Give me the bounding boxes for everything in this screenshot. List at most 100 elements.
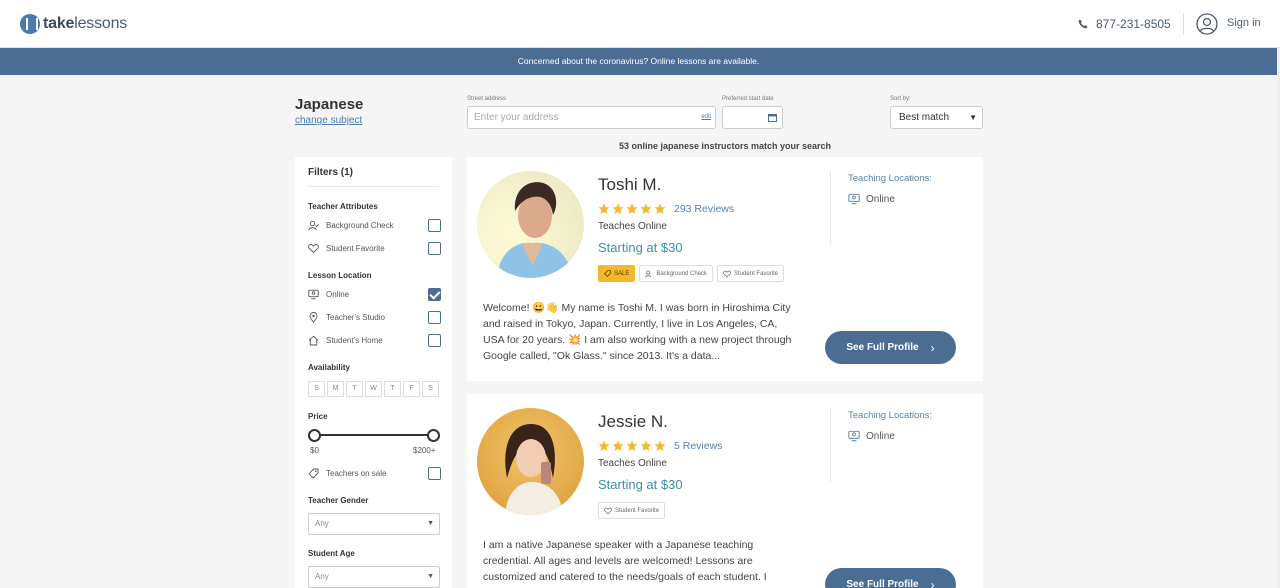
star-icon <box>654 203 666 214</box>
student-age-select[interactable]: Any ▼ <box>308 566 440 588</box>
sale-badge: SALE <box>598 265 636 282</box>
start-date-input[interactable] <box>722 106 783 129</box>
student-favorite-badge: Student Favorite <box>598 502 666 519</box>
sort-by-value: Best match <box>899 112 950 123</box>
day-toggle[interactable]: S <box>308 381 325 397</box>
start-date-label: Preferred start date <box>722 96 774 102</box>
online-monitor-icon <box>308 289 319 300</box>
logo-mark-icon <box>20 14 40 34</box>
star-icon <box>626 203 638 214</box>
star-rating: 293 Reviews <box>598 203 734 215</box>
checkbox[interactable] <box>428 219 441 232</box>
price-heading: Price <box>308 412 328 421</box>
heart-icon <box>604 507 612 514</box>
locations-divider <box>830 409 831 482</box>
star-icon <box>598 203 610 214</box>
teaches-text: Teaches Online <box>598 221 667 232</box>
filter-label: Student Favorite <box>326 244 385 253</box>
day-toggle[interactable]: F <box>403 381 420 397</box>
teacher-photo[interactable] <box>477 408 584 515</box>
star-rating: 5 Reviews <box>598 440 722 452</box>
price-max-handle[interactable] <box>427 429 440 442</box>
see-full-profile-button[interactable]: See Full Profile › <box>825 331 956 364</box>
star-icon <box>640 440 652 451</box>
teaching-location: Online <box>848 430 895 442</box>
teacher-badges: SALE Background Check Student Favorite <box>598 265 788 282</box>
sign-in-link[interactable]: Sign in <box>1227 17 1261 29</box>
phone-number: 877-231-8505 <box>1096 17 1171 31</box>
person-check-icon <box>308 220 319 231</box>
user-avatar-icon[interactable] <box>1196 13 1218 35</box>
background-check-badge: Background Check <box>639 265 714 282</box>
takelessons-logo[interactable]: takelessons <box>20 14 127 34</box>
teacher-gender-value: Any <box>315 519 329 528</box>
online-monitor-icon <box>848 430 860 442</box>
teacher-name[interactable]: Toshi M. <box>598 175 661 195</box>
filter-label: Online <box>326 290 350 299</box>
reviews-link[interactable]: 5 Reviews <box>674 440 722 452</box>
checkbox-checked[interactable] <box>428 288 441 301</box>
checkbox[interactable] <box>428 242 441 255</box>
student-favorite-badge: Student Favorite <box>717 265 785 282</box>
teacher-name[interactable]: Jessie N. <box>598 412 668 432</box>
top-header: takelessons 877-231-8505 Sign in <box>0 0 1280 48</box>
person-check-icon <box>645 270 652 277</box>
teaching-location: Online <box>848 193 895 205</box>
price-max-label: $200+ <box>413 446 436 455</box>
phone-link[interactable]: 877-231-8505 <box>1078 17 1171 31</box>
teacher-card[interactable]: Toshi M. 293 Reviews Teaches Online Star… <box>467 157 983 381</box>
teacher-photo[interactable] <box>477 171 584 278</box>
phone-icon <box>1078 19 1088 29</box>
day-toggle[interactable]: T <box>384 381 401 397</box>
star-icon <box>626 440 638 451</box>
filters-title: Filters (1) <box>308 167 354 178</box>
match-count-text: 53 online japanese instructors match you… <box>618 141 832 151</box>
edit-address-link[interactable]: edit <box>701 107 711 128</box>
price-min-handle[interactable] <box>308 429 321 442</box>
sort-by-label: Sort by: <box>890 96 911 102</box>
filter-students-home[interactable]: Student's Home <box>308 334 441 348</box>
teaches-text: Teaches Online <box>598 458 667 469</box>
reviews-link[interactable]: 293 Reviews <box>674 203 734 215</box>
filter-background-check[interactable]: Background Check <box>308 219 441 233</box>
filter-online[interactable]: Online <box>308 288 441 302</box>
teacher-bio: I am a native Japanese speaker with a Ja… <box>483 539 767 583</box>
chevron-right-icon: › <box>930 577 935 588</box>
street-address-placeholder: Enter your address <box>474 112 559 123</box>
filters-panel: Filters (1) Teacher Attributes Backgroun… <box>295 157 452 588</box>
filter-student-favorite[interactable]: Student Favorite <box>308 242 441 256</box>
checkbox[interactable] <box>428 467 441 480</box>
logo-text: takelessons <box>43 15 128 32</box>
day-toggle[interactable]: T <box>346 381 363 397</box>
starting-price: Starting at $30 <box>598 477 683 492</box>
checkbox[interactable] <box>428 311 441 324</box>
day-toggle[interactable]: W <box>365 381 382 397</box>
starting-price: Starting at $30 <box>598 240 683 255</box>
heart-icon <box>723 270 731 277</box>
student-age-value: Any <box>315 572 329 581</box>
coronavirus-banner: Concerned about the coronavirus? Online … <box>0 48 1277 75</box>
checkbox[interactable] <box>428 334 441 347</box>
filter-teachers-on-sale[interactable]: Teachers on sale <box>308 467 441 481</box>
price-slider-track[interactable] <box>314 434 433 436</box>
teaching-locations-title: Teaching Locations: <box>848 173 932 184</box>
sort-by-select[interactable]: Best match ▼ <box>890 106 983 129</box>
day-toggle[interactable]: S <box>422 381 439 397</box>
tag-icon <box>604 270 611 277</box>
change-subject-link[interactable]: change subject <box>295 115 362 126</box>
filter-label: Teachers on sale <box>326 469 387 478</box>
teacher-card[interactable]: Jessie N. 5 Reviews Teaches Online Start… <box>467 394 983 588</box>
availability-heading: Availability <box>308 363 350 372</box>
day-toggle[interactable]: M <box>327 381 344 397</box>
filter-teachers-studio[interactable]: Teacher's Studio <box>308 311 441 325</box>
street-address-input[interactable]: Enter your address edit <box>467 106 716 129</box>
filters-divider <box>308 186 439 187</box>
filter-label: Student's Home <box>326 336 383 345</box>
calendar-icon <box>768 114 777 122</box>
chevron-down-icon: ▼ <box>427 520 434 527</box>
see-full-profile-button[interactable]: See Full Profile › <box>825 568 956 588</box>
teacher-gender-select[interactable]: Any ▼ <box>308 513 440 535</box>
star-icon <box>640 203 652 214</box>
availability-days: S M T W T F S <box>308 381 441 397</box>
heart-icon <box>308 244 319 254</box>
